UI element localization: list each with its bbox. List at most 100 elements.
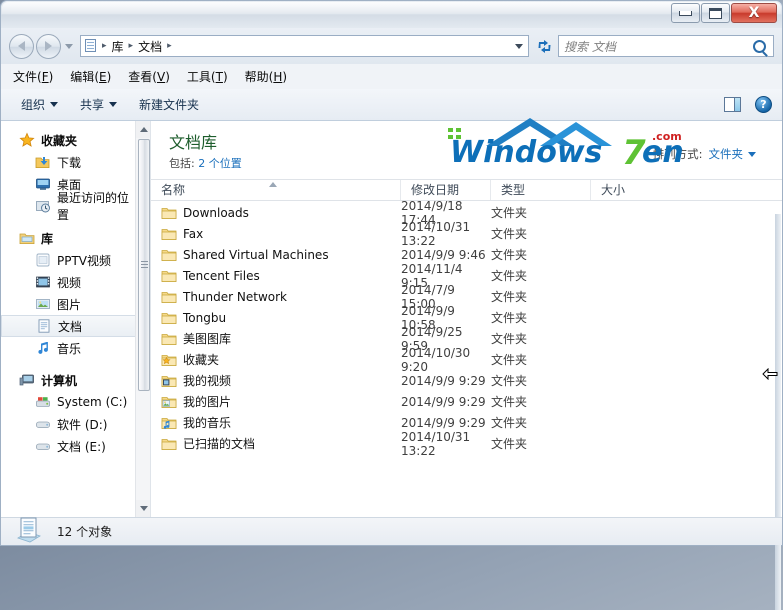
sidebar-item-documents-e[interactable]: 文档 (E:) [1, 435, 137, 457]
breadcrumb-separator: ▸ [128, 41, 134, 51]
sidebar-group-libraries[interactable]: 库 [1, 227, 137, 249]
explorer-window: X ▸ 库 ▸ 文档 ▸ 搜索 文档 文件(F) 编辑(E) 查看(V) 工具(… [0, 0, 783, 610]
cell-type: 文件夹 [491, 437, 528, 451]
menu-item-help[interactable]: 帮助(H) [245, 68, 287, 85]
table-row[interactable]: 我的图片 2014/9/9 9:29 文件夹 [151, 391, 782, 412]
new-folder-button[interactable]: 新建文件夹 [139, 96, 199, 113]
drive-icon [35, 416, 51, 432]
menu-item-view[interactable]: 查看(V) [128, 68, 170, 85]
sidebar-item-downloads[interactable]: 下载 [1, 151, 137, 173]
close-icon: X [748, 5, 760, 21]
arrange-by-value: 文件夹 [708, 147, 744, 161]
title-bar [0, 0, 783, 28]
cell-date-modified: 2014/10/30 9:20 [401, 345, 471, 374]
sidebar-item-pptv-video-label: PPTV视频 [57, 253, 112, 268]
preview-pane-icon[interactable] [724, 97, 741, 112]
table-row[interactable]: 我的视频 2014/9/9 9:29 文件夹 [151, 370, 782, 391]
new-folder-label: 新建文件夹 [139, 98, 200, 112]
column-header-name[interactable]: 名称 [151, 180, 401, 200]
sidebar-group-favorites[interactable]: 收藏夹 [1, 129, 137, 151]
table-row[interactable]: Fax 2014/10/31 13:22 文件夹 [151, 220, 782, 248]
breadcrumb-dropdown-icon[interactable] [515, 43, 523, 49]
pane-divider[interactable] [775, 214, 781, 610]
scroll-up-button[interactable] [136, 121, 150, 138]
history-dropdown-icon[interactable] [65, 43, 73, 49]
cell-name: Tencent Files [151, 268, 401, 284]
scroll-down-button[interactable] [136, 500, 150, 517]
library-header: 文档库 包括: 2 个位置 排列方式: 文件夹 [151, 121, 782, 173]
organize-button[interactable]: 组织 [21, 96, 59, 113]
arrange-by-label: 排列方式: [652, 147, 703, 161]
menu-item-tools[interactable]: 工具(T) [187, 68, 228, 85]
table-row[interactable]: 已扫描的文档 2014/10/31 13:22 文件夹 [151, 430, 782, 458]
file-name-label: 我的视频 [183, 374, 232, 388]
breadcrumb-bar[interactable]: ▸ 库 ▸ 文档 ▸ [80, 35, 529, 57]
sidebar-group-computer[interactable]: 计算机 [1, 369, 137, 391]
folder-icon [161, 310, 177, 326]
sidebar-item-pictures[interactable]: 图片 [1, 293, 137, 315]
sidebar-item-documents[interactable]: 文档 [1, 315, 137, 337]
sidebar-item-videos[interactable]: 视频 [1, 271, 137, 293]
navigation-scrollbar[interactable] [135, 121, 150, 517]
file-name-label: 已扫描的文档 [183, 437, 256, 451]
desktop-icon [35, 176, 51, 192]
file-name-label: Shared Virtual Machines [183, 247, 329, 262]
file-name-label: 美图图库 [183, 332, 232, 346]
table-row[interactable]: 收藏夹 2014/10/30 9:20 文件夹 [151, 346, 782, 374]
menu-item-file[interactable]: 文件(F) [13, 68, 53, 85]
my-pictures-folder-icon [161, 394, 177, 410]
toolbar-right-group: ? [724, 96, 772, 113]
minimize-button[interactable] [671, 3, 700, 23]
cell-date-modified: 2014/9/9 9:46 [401, 247, 486, 262]
cell-date-modified: 2014/9/9 9:29 [401, 394, 486, 409]
forward-arrow-icon [45, 41, 52, 51]
cell-type: 文件夹 [491, 248, 528, 262]
menu-item-edit[interactable]: 编辑(E) [70, 68, 111, 85]
sidebar-item-system-c-label: System (C:) [57, 395, 128, 409]
sidebar-item-music[interactable]: 音乐 [1, 337, 137, 359]
search-icon [753, 39, 766, 53]
sidebar-item-pptv-video[interactable]: PPTV视频 [1, 249, 137, 271]
file-name-label: Downloads [183, 205, 249, 220]
maximize-button[interactable] [701, 3, 730, 23]
library-includes-link[interactable]: 2 个位置 [198, 157, 242, 170]
close-button[interactable]: X [731, 3, 777, 23]
sidebar-item-documents-e-label: 文档 (E:) [57, 439, 106, 454]
share-button[interactable]: 共享 [80, 96, 118, 113]
search-input[interactable]: 搜索 文档 [564, 38, 753, 55]
back-button[interactable] [9, 33, 34, 59]
share-label: 共享 [80, 98, 105, 112]
help-icon[interactable]: ? [755, 96, 772, 113]
sidebar-item-recent-places[interactable]: 最近访问的位置 [1, 191, 137, 222]
cell-date-modified: 2014/9/9 9:29 [401, 373, 486, 388]
refresh-button[interactable] [532, 35, 556, 57]
forward-button[interactable] [36, 33, 61, 59]
cell-name: 我的图片 [151, 393, 401, 410]
column-header-size[interactable]: 大小 [591, 180, 681, 200]
breadcrumb-item-library[interactable]: 库 [109, 38, 127, 55]
sidebar-item-system-c[interactable]: System (C:) [1, 391, 137, 413]
maximize-icon [709, 7, 722, 19]
arrange-by-control[interactable]: 排列方式: 文件夹 [653, 146, 756, 162]
menu-item-edit-label: 编辑 [70, 70, 95, 84]
cell-date-modified: 2014/10/31 13:22 [401, 219, 471, 248]
pptv-library-icon [35, 252, 51, 268]
column-header-type[interactable]: 类型 [491, 180, 591, 200]
sidebar-item-software-d[interactable]: 软件 (D:) [1, 413, 137, 435]
computer-icon [19, 372, 35, 388]
status-text: 12 个对象 [57, 525, 113, 539]
search-box[interactable]: 搜索 文档 [558, 35, 774, 57]
cell-name: 我的视频 [151, 372, 401, 389]
cell-name: 我的音乐 [151, 414, 401, 431]
menu-item-view-key: V [156, 70, 166, 84]
column-header-date[interactable]: 修改日期 [401, 180, 491, 200]
cell-type: 文件夹 [491, 311, 528, 325]
sidebar-group-libraries-label: 库 [41, 231, 54, 246]
scrollbar-thumb[interactable] [138, 139, 150, 391]
menu-bar: 文件(F) 编辑(E) 查看(V) 工具(T) 帮助(H) [1, 64, 782, 89]
menu-item-help-label: 帮助 [244, 70, 269, 84]
organize-label: 组织 [21, 98, 46, 112]
breadcrumb-item-documents[interactable]: 文档 [135, 38, 165, 55]
command-toolbar: 组织 共享 新建文件夹 ? [1, 89, 782, 121]
cell-name: 收藏夹 [151, 351, 401, 368]
